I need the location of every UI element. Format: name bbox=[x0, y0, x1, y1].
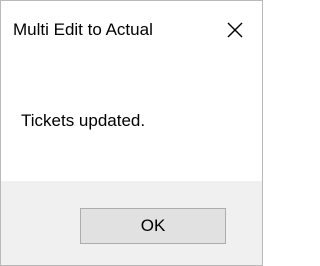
ok-button[interactable]: OK bbox=[80, 208, 226, 244]
close-button[interactable] bbox=[221, 17, 249, 43]
dialog-message: Tickets updated. bbox=[21, 111, 146, 130]
dialog-title: Multi Edit to Actual bbox=[13, 20, 153, 39]
dialog-footer: OK bbox=[1, 181, 262, 265]
close-icon bbox=[227, 22, 243, 38]
title-bar[interactable]: Multi Edit to Actual bbox=[1, 1, 262, 57]
message-dialog: Multi Edit to Actual Tickets updated. OK bbox=[0, 0, 263, 266]
dialog-content: Tickets updated. bbox=[1, 57, 262, 181]
